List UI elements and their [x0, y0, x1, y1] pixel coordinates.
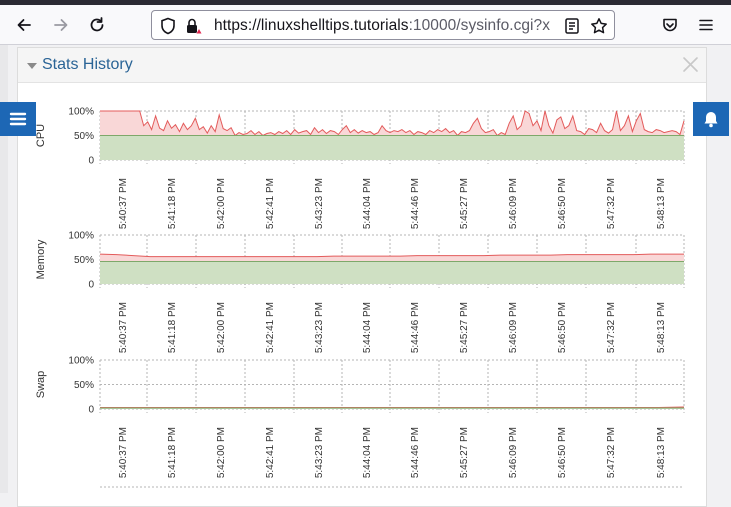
chart-swap-x-tick-label: 5:43:23 PM [314, 427, 325, 478]
chart-memory-x-tick-label: 5:44:04 PM [362, 302, 373, 353]
chart-cpu-x-tick-label: 5:47:32 PM [606, 178, 617, 229]
chart-cpu-x-tick-label: 5:44:04 PM [362, 178, 373, 229]
chart-memory-y-tick-label: 0 [88, 280, 94, 291]
chart-swap-x-tick-label: 5:40:37 PM [118, 427, 129, 478]
chart-memory-x-tick-label: 5:46:09 PM [508, 302, 519, 353]
chart-cpu-x-tick-label: 5:42:41 PM [265, 178, 276, 229]
chart-swap-x-tick-label: 5:44:04 PM [362, 427, 373, 478]
chart-swap-line-used [100, 406, 685, 408]
chart-swap-y-axis-title: Swap [35, 371, 47, 399]
chart-swap-x-tick-label: 5:46:09 PM [508, 427, 519, 478]
chart-cpu-x-tick-label: 5:43:23 PM [314, 178, 325, 229]
chart-memory-x-tick-label: 5:40:37 PM [118, 302, 129, 353]
chart-memory-x-tick-label: 5:44:46 PM [410, 302, 421, 353]
chart-memory-x-tick-label: 5:41:18 PM [167, 302, 178, 353]
chart-cpu-x-tick-label: 5:42:00 PM [216, 178, 227, 229]
chart-swap-x-tick-label: 5:44:46 PM [410, 427, 421, 478]
chart-swap-x-tick-label: 5:46:50 PM [557, 427, 568, 478]
chart-memory-y-tick-label: 50% [74, 255, 94, 266]
chart-memory-x-tick-label: 5:47:32 PM [606, 302, 617, 353]
chart-cpu-x-tick-label: 5:46:09 PM [508, 178, 519, 229]
chart-swap-x-tick-label: 5:47:32 PM [606, 427, 617, 478]
chart-swap-x-tick-label: 5:45:27 PM [459, 427, 470, 478]
chart-cpu-x-tick-label: 5:40:37 PM [118, 178, 129, 229]
left-menu-button[interactable] [0, 102, 36, 136]
chart-swap-x-tick-label: 5:41:18 PM [167, 427, 178, 478]
chart-cpu-y-tick-label: 100% [68, 107, 94, 118]
chart-memory-x-tick-label: 5:43:23 PM [314, 302, 325, 353]
chart-cpu-area-baseline [100, 135, 684, 160]
chart-cpu-y-tick-label: 50% [74, 131, 94, 142]
chart-cpu-x-tick-label: 5:41:18 PM [167, 178, 178, 229]
chart-swap-x-tick-label: 5:42:41 PM [265, 427, 276, 478]
chart-memory-y-tick-label: 100% [68, 231, 94, 242]
chart-cpu-x-tick-label: 5:44:46 PM [410, 178, 421, 229]
chart-memory-area-baseline [100, 261, 684, 284]
chart-cpu-x-tick-label: 5:48:13 PM [656, 178, 667, 229]
chart-swap-y-tick-label: 50% [74, 380, 94, 391]
stats-charts: 100% 50% 0 CPU 5:40:37 PM 5:41:18 PM 5:42:00 P… [35, 107, 685, 488]
chart-memory-x-tick-label: 5:45:27 PM [459, 302, 470, 353]
notifications-button[interactable] [693, 102, 729, 136]
menu-icon [9, 112, 27, 126]
chart-cpu-y-tick-label: 0 [88, 156, 94, 167]
chart-swap-x-tick-label: 5:48:13 PM [656, 427, 667, 478]
chart-cpu-y-axis-title: CPU [35, 124, 47, 147]
chart-memory-x-tick-label: 5:48:13 PM [656, 302, 667, 353]
chart-swap-y-tick-label: 100% [68, 356, 94, 367]
chart-memory-x-tick-label: 5:42:00 PM [216, 302, 227, 353]
bell-icon [704, 112, 718, 128]
chart-memory-y-axis-title: Memory [35, 239, 47, 279]
chart-memory-x-tick-label: 5:42:41 PM [265, 302, 276, 353]
chart-swap-x-tick-label: 5:42:00 PM [216, 427, 227, 478]
chart-cpu-x-tick-label: 5:46:50 PM [557, 178, 568, 229]
chart-memory-x-tick-label: 5:46:50 PM [557, 302, 568, 353]
chart-cpu-x-tick-label: 5:45:27 PM [459, 178, 470, 229]
chart-swap-y-tick-label: 0 [88, 405, 94, 416]
